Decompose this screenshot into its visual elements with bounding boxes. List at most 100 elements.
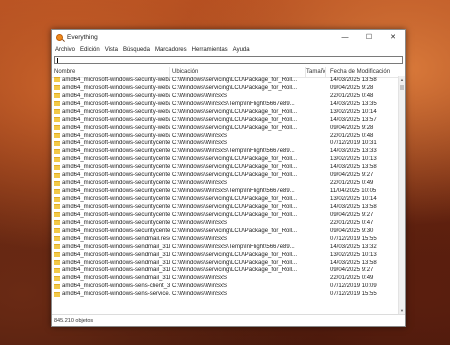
table-row[interactable]: amd64_microsoft-windows-sens-service.r..… bbox=[52, 290, 399, 298]
table-row[interactable]: amd64_microsoft-windows-sendmail_31b... C… bbox=[52, 274, 399, 282]
folder-icon bbox=[54, 188, 60, 194]
folder-icon bbox=[54, 93, 60, 99]
row-name-cell: amd64_microsoft-windows-sendmail_31b... bbox=[52, 260, 170, 266]
row-name-cell: amd64_microsoft-windows-security-weba... bbox=[52, 117, 170, 123]
row-name: amd64_microsoft-windows-securitycenter..… bbox=[62, 203, 170, 210]
row-name: amd64_microsoft-windows-sendmail_31b... bbox=[62, 259, 170, 266]
title-bar[interactable]: Everything — ☐ ✕ bbox=[52, 30, 405, 44]
row-path: C:\Windows\WinSxS bbox=[172, 283, 228, 290]
row-name: amd64_microsoft-windows-sens-service.r..… bbox=[62, 291, 170, 298]
table-row[interactable]: amd64_microsoft-windows-sendmail_31b... C… bbox=[52, 259, 399, 267]
menu-edicion[interactable]: Edición bbox=[80, 47, 100, 53]
table-row[interactable]: amd64_microsoft-windows-sendmail.reso...… bbox=[52, 235, 399, 243]
table-row[interactable]: amd64_microsoft-windows-sendmail_31b... C… bbox=[52, 267, 399, 275]
row-date: 13/02/2025 10:13 bbox=[330, 156, 377, 163]
folder-icon bbox=[54, 204, 60, 210]
row-name-cell: amd64_microsoft-windows-sens-service.r..… bbox=[52, 291, 170, 297]
row-date: 13/02/2025 10:14 bbox=[330, 196, 377, 203]
table-row[interactable]: amd64_microsoft-windows-securitycenter..… bbox=[52, 187, 399, 195]
row-path: C:\Windows\servicing\LCU\Package_for_Rol… bbox=[172, 124, 298, 131]
folder-icon bbox=[54, 212, 60, 218]
table-row[interactable]: amd64_microsoft-windows-securitycenter..… bbox=[52, 219, 399, 227]
row-name-cell: amd64_microsoft-windows-securitycenter..… bbox=[52, 156, 170, 162]
row-path: C:\Windows\WinSxS\Temp\InFlight\5667e89.… bbox=[172, 243, 295, 250]
table-row[interactable]: amd64_microsoft-windows-sens-client_31..… bbox=[52, 282, 399, 290]
row-name-cell: amd64_microsoft-windows-securitycenter..… bbox=[52, 140, 170, 146]
row-name: amd64_microsoft-windows-securitycenter..… bbox=[62, 196, 170, 203]
row-date: 22/01/2025 0:48 bbox=[330, 92, 374, 99]
table-row[interactable]: amd64_microsoft-windows-security-weba...… bbox=[52, 92, 399, 100]
table-row[interactable]: amd64_microsoft-windows-security-weba...… bbox=[52, 108, 399, 116]
row-date: 07/12/2019 15:55 bbox=[330, 235, 377, 242]
vertical-scrollbar[interactable]: ▲ ▼ bbox=[398, 76, 405, 314]
row-name: amd64_microsoft-windows-security-weba... bbox=[62, 124, 170, 131]
row-path: C:\Windows\WinSxS bbox=[172, 140, 228, 147]
table-row[interactable]: amd64_microsoft-windows-sendmail_31b... C… bbox=[52, 243, 399, 251]
scroll-down-icon[interactable]: ▼ bbox=[399, 307, 405, 314]
row-date: 22/01/2025 0:47 bbox=[330, 219, 374, 226]
table-row[interactable]: amd64_microsoft-windows-securitycenter..… bbox=[52, 179, 399, 187]
table-row[interactable]: amd64_microsoft-windows-securitycenter..… bbox=[52, 147, 399, 155]
menu-busqueda[interactable]: Búsqueda bbox=[123, 47, 150, 53]
folder-icon bbox=[54, 117, 60, 123]
row-name-cell: amd64_microsoft-windows-securitycenter..… bbox=[52, 196, 170, 202]
row-name-cell: amd64_microsoft-windows-securitycenter..… bbox=[52, 164, 170, 170]
menu-archivo[interactable]: Archivo bbox=[55, 47, 75, 53]
row-name-cell: amd64_microsoft-windows-sendmail_31b... bbox=[52, 275, 170, 281]
row-date: 07/12/2019 10:09 bbox=[330, 283, 377, 290]
table-row[interactable]: amd64_microsoft-windows-securitycenter..… bbox=[52, 155, 399, 163]
menu-vista[interactable]: Vista bbox=[105, 47, 118, 53]
table-row[interactable]: amd64_microsoft-windows-security-weba...… bbox=[52, 124, 399, 132]
window-title: Everything bbox=[67, 33, 98, 41]
table-row[interactable]: amd64_microsoft-windows-sendmail_31b... C… bbox=[52, 251, 399, 259]
minimize-icon[interactable]: — bbox=[333, 30, 357, 44]
table-row[interactable]: amd64_microsoft-windows-security-weba...… bbox=[52, 84, 399, 92]
table-row[interactable]: amd64_microsoft-windows-security-weba...… bbox=[52, 132, 399, 140]
folder-icon bbox=[54, 133, 60, 139]
row-path: C:\Windows\servicing\LCU\Package_for_Rol… bbox=[172, 211, 298, 218]
folder-icon bbox=[54, 260, 60, 266]
row-name: amd64_microsoft-windows-securitycenter..… bbox=[62, 140, 170, 147]
folder-icon bbox=[54, 252, 60, 258]
row-name: amd64_microsoft-windows-sendmail_31b... bbox=[62, 251, 170, 258]
row-name: amd64_microsoft-windows-securitycenter..… bbox=[62, 180, 170, 187]
row-name: amd64_microsoft-windows-securitycenter..… bbox=[62, 211, 170, 218]
table-row[interactable]: amd64_microsoft-windows-securitycenter..… bbox=[52, 195, 399, 203]
row-name: amd64_microsoft-windows-securitycenter..… bbox=[62, 148, 170, 155]
search-input[interactable] bbox=[54, 56, 403, 64]
row-name-cell: amd64_microsoft-windows-security-weba... bbox=[52, 101, 170, 107]
row-date: 14/03/2025 13:57 bbox=[330, 116, 377, 123]
row-date: 09/04/2025 9:27 bbox=[330, 172, 374, 179]
row-path: C:\Windows\servicing\LCU\Package_for_Rol… bbox=[172, 108, 298, 115]
row-date: 09/04/2025 9:27 bbox=[330, 267, 374, 274]
row-name: amd64_microsoft-windows-security-weba... bbox=[62, 92, 170, 99]
menu-ayuda[interactable]: Ayuda bbox=[233, 47, 250, 53]
row-name: amd64_microsoft-windows-security-weba... bbox=[62, 132, 170, 139]
row-name-cell: amd64_microsoft-windows-securitycenter..… bbox=[52, 204, 170, 210]
folder-icon bbox=[54, 267, 60, 273]
row-date: 14/03/2025 13:32 bbox=[330, 243, 377, 250]
table-row[interactable]: amd64_microsoft-windows-securitycenter..… bbox=[52, 140, 399, 148]
row-name-cell: amd64_microsoft-windows-securitycenter..… bbox=[52, 188, 170, 194]
row-name-cell: amd64_microsoft-windows-sendmail_31b... bbox=[52, 252, 170, 258]
menu-marcadores[interactable]: Marcadores bbox=[155, 47, 187, 53]
maximize-icon[interactable]: ☐ bbox=[357, 30, 381, 44]
row-path: C:\Windows\servicing\LCU\Package_for_Rol… bbox=[172, 259, 298, 266]
row-path: C:\Windows\servicing\LCU\Package_for_Rol… bbox=[172, 116, 298, 123]
table-row[interactable]: amd64_microsoft-windows-securitycenter..… bbox=[52, 227, 399, 235]
table-row[interactable]: amd64_microsoft-windows-security-weba...… bbox=[52, 100, 399, 108]
table-row[interactable]: amd64_microsoft-windows-security-weba...… bbox=[52, 76, 399, 84]
scroll-up-icon[interactable]: ▲ bbox=[399, 76, 405, 83]
table-row[interactable]: amd64_microsoft-windows-security-weba...… bbox=[52, 116, 399, 124]
row-path: C:\Windows\WinSxS bbox=[172, 180, 228, 187]
row-name-cell: amd64_microsoft-windows-sens-client_31..… bbox=[52, 283, 170, 289]
scroll-thumb[interactable] bbox=[400, 85, 404, 90]
table-row[interactable]: amd64_microsoft-windows-securitycenter..… bbox=[52, 203, 399, 211]
folder-icon bbox=[54, 156, 60, 162]
row-name-cell: amd64_microsoft-windows-securitycenter..… bbox=[52, 212, 170, 218]
close-icon[interactable]: ✕ bbox=[381, 30, 405, 44]
table-row[interactable]: amd64_microsoft-windows-securitycenter..… bbox=[52, 171, 399, 179]
menu-herramientas[interactable]: Herramientas bbox=[192, 47, 228, 53]
table-row[interactable]: amd64_microsoft-windows-securitycenter..… bbox=[52, 163, 399, 171]
table-row[interactable]: amd64_microsoft-windows-securitycenter..… bbox=[52, 211, 399, 219]
